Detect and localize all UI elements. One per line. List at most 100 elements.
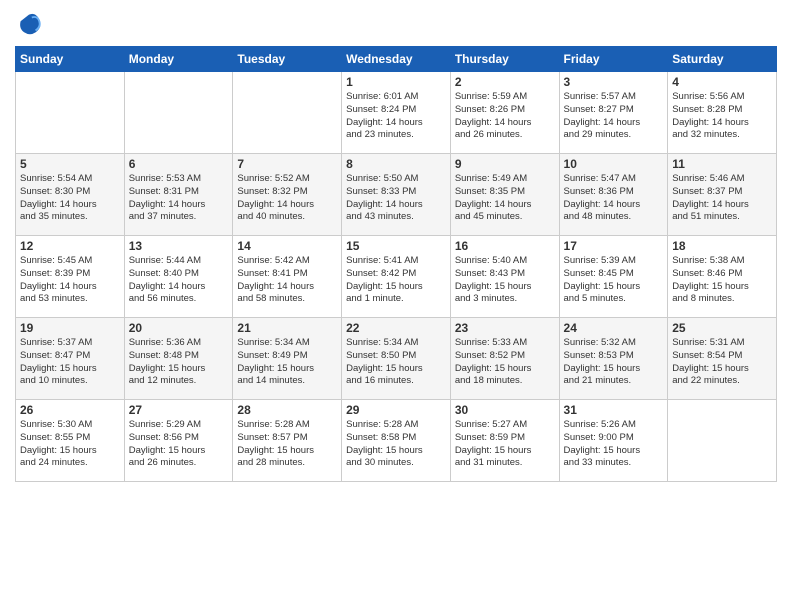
day-number-8: 8 (346, 157, 446, 171)
weekday-header-saturday: Saturday (668, 47, 777, 72)
day-number-20: 20 (129, 321, 229, 335)
day-info-24: Sunrise: 5:32 AM Sunset: 8:53 PM Dayligh… (564, 337, 664, 388)
day-info-2: Sunrise: 5:59 AM Sunset: 8:26 PM Dayligh… (455, 91, 555, 142)
day-info-31: Sunrise: 5:26 AM Sunset: 9:00 PM Dayligh… (564, 419, 664, 470)
weekday-header-thursday: Thursday (450, 47, 559, 72)
weekday-header-tuesday: Tuesday (233, 47, 342, 72)
day-info-6: Sunrise: 5:53 AM Sunset: 8:31 PM Dayligh… (129, 173, 229, 224)
day-number-27: 27 (129, 403, 229, 417)
calendar-week-3: 12 Sunrise: 5:45 AM Sunset: 8:39 PM Dayli… (16, 236, 777, 318)
day-number-7: 7 (237, 157, 337, 171)
day-info-16: Sunrise: 5:40 AM Sunset: 8:43 PM Dayligh… (455, 255, 555, 306)
calendar-day-3: 3 Sunrise: 5:57 AM Sunset: 8:27 PM Daylig… (559, 72, 668, 154)
calendar-week-4: 19 Sunrise: 5:37 AM Sunset: 8:47 PM Dayli… (16, 318, 777, 400)
calendar-day-2: 2Sunrise: 5:59 AM Sunset: 8:26 PM Daylig… (450, 72, 559, 154)
day-info-5: Sunrise: 5:54 AM Sunset: 8:30 PM Dayligh… (20, 173, 120, 224)
day-info-26: Sunrise: 5:30 AM Sunset: 8:55 PM Dayligh… (20, 419, 120, 470)
day-info-14: Sunrise: 5:42 AM Sunset: 8:41 PM Dayligh… (237, 255, 337, 306)
calendar-day-20: 20 Sunrise: 5:36 AM Sunset: 8:48 PM Dayli… (124, 318, 233, 400)
empty-cell (124, 72, 233, 154)
calendar-day-15: 15 Sunrise: 5:41 AM Sunset: 8:42 PM Dayli… (342, 236, 451, 318)
day-number-14: 14 (237, 239, 337, 253)
day-info-30: Sunrise: 5:27 AM Sunset: 8:59 PM Dayligh… (455, 419, 555, 470)
day-info-1: Sunrise: 6:01 AM Sunset: 8:24 PM Dayligh… (346, 91, 446, 142)
day-number-30: 30 (455, 403, 555, 417)
weekday-header-sunday: Sunday (16, 47, 125, 72)
day-info-17: Sunrise: 5:39 AM Sunset: 8:45 PM Dayligh… (564, 255, 664, 306)
day-info-13: Sunrise: 5:44 AM Sunset: 8:40 PM Dayligh… (129, 255, 229, 306)
day-number-26: 26 (20, 403, 120, 417)
logo (15, 10, 47, 38)
calendar-day-12: 12 Sunrise: 5:45 AM Sunset: 8:39 PM Dayli… (16, 236, 125, 318)
logo-icon (15, 10, 43, 38)
day-number-17: 17 (564, 239, 664, 253)
weekday-header-friday: Friday (559, 47, 668, 72)
day-info-12: Sunrise: 5:45 AM Sunset: 8:39 PM Dayligh… (20, 255, 120, 306)
calendar-day-16: 16Sunrise: 5:40 AM Sunset: 8:43 PM Dayli… (450, 236, 559, 318)
day-number-19: 19 (20, 321, 120, 335)
day-number-9: 9 (455, 157, 555, 171)
day-info-3: Sunrise: 5:57 AM Sunset: 8:27 PM Dayligh… (564, 91, 664, 142)
weekday-header-monday: Monday (124, 47, 233, 72)
calendar-day-30: 30 Sunrise: 5:27 AM Sunset: 8:59 PM Dayli… (450, 400, 559, 482)
page: SundayMondayTuesdayWednesdayThursdayFrid… (0, 0, 792, 612)
calendar-day-19: 19 Sunrise: 5:37 AM Sunset: 8:47 PM Dayli… (16, 318, 125, 400)
calendar-day-9: 9 Sunrise: 5:49 AM Sunset: 8:35 PM Daylig… (450, 154, 559, 236)
day-info-20: Sunrise: 5:36 AM Sunset: 8:48 PM Dayligh… (129, 337, 229, 388)
calendar-day-1: 1 Sunrise: 6:01 AM Sunset: 8:24 PM Daylig… (342, 72, 451, 154)
day-info-19: Sunrise: 5:37 AM Sunset: 8:47 PM Dayligh… (20, 337, 120, 388)
calendar-day-11: 11 Sunrise: 5:46 AM Sunset: 8:37 PM Dayli… (668, 154, 777, 236)
empty-cell (233, 72, 342, 154)
day-info-11: Sunrise: 5:46 AM Sunset: 8:37 PM Dayligh… (672, 173, 772, 224)
day-number-1: 1 (346, 75, 446, 89)
calendar-day-29: 29 Sunrise: 5:28 AM Sunset: 8:58 PM Dayli… (342, 400, 451, 482)
day-number-18: 18 (672, 239, 772, 253)
day-number-10: 10 (564, 157, 664, 171)
day-number-15: 15 (346, 239, 446, 253)
day-number-13: 13 (129, 239, 229, 253)
day-number-5: 5 (20, 157, 120, 171)
calendar-day-4: 4Sunrise: 5:56 AM Sunset: 8:28 PM Daylig… (668, 72, 777, 154)
day-number-11: 11 (672, 157, 772, 171)
day-info-25: Sunrise: 5:31 AM Sunset: 8:54 PM Dayligh… (672, 337, 772, 388)
day-number-3: 3 (564, 75, 664, 89)
day-number-6: 6 (129, 157, 229, 171)
day-info-28: Sunrise: 5:28 AM Sunset: 8:57 PM Dayligh… (237, 419, 337, 470)
day-info-21: Sunrise: 5:34 AM Sunset: 8:49 PM Dayligh… (237, 337, 337, 388)
day-info-8: Sunrise: 5:50 AM Sunset: 8:33 PM Dayligh… (346, 173, 446, 224)
calendar-day-7: 7 Sunrise: 5:52 AM Sunset: 8:32 PM Daylig… (233, 154, 342, 236)
day-number-12: 12 (20, 239, 120, 253)
day-info-4: Sunrise: 5:56 AM Sunset: 8:28 PM Dayligh… (672, 91, 772, 142)
calendar-day-23: 23Sunrise: 5:33 AM Sunset: 8:52 PM Dayli… (450, 318, 559, 400)
calendar-day-21: 21 Sunrise: 5:34 AM Sunset: 8:49 PM Dayli… (233, 318, 342, 400)
day-number-31: 31 (564, 403, 664, 417)
empty-cell (668, 400, 777, 482)
weekday-header-wednesday: Wednesday (342, 47, 451, 72)
calendar-day-28: 28Sunrise: 5:28 AM Sunset: 8:57 PM Dayli… (233, 400, 342, 482)
day-number-21: 21 (237, 321, 337, 335)
calendar-week-5: 26 Sunrise: 5:30 AM Sunset: 8:55 PM Dayli… (16, 400, 777, 482)
day-number-23: 23 (455, 321, 555, 335)
day-info-29: Sunrise: 5:28 AM Sunset: 8:58 PM Dayligh… (346, 419, 446, 470)
calendar-table: SundayMondayTuesdayWednesdayThursdayFrid… (15, 46, 777, 482)
header (15, 10, 777, 38)
day-info-7: Sunrise: 5:52 AM Sunset: 8:32 PM Dayligh… (237, 173, 337, 224)
calendar-day-27: 27 Sunrise: 5:29 AM Sunset: 8:56 PM Dayli… (124, 400, 233, 482)
calendar-day-6: 6 Sunrise: 5:53 AM Sunset: 8:31 PM Daylig… (124, 154, 233, 236)
day-number-25: 25 (672, 321, 772, 335)
day-info-9: Sunrise: 5:49 AM Sunset: 8:35 PM Dayligh… (455, 173, 555, 224)
weekday-header-row: SundayMondayTuesdayWednesdayThursdayFrid… (16, 47, 777, 72)
calendar-week-2: 5 Sunrise: 5:54 AM Sunset: 8:30 PM Daylig… (16, 154, 777, 236)
calendar-day-24: 24 Sunrise: 5:32 AM Sunset: 8:53 PM Dayli… (559, 318, 668, 400)
empty-cell (16, 72, 125, 154)
calendar-day-5: 5 Sunrise: 5:54 AM Sunset: 8:30 PM Daylig… (16, 154, 125, 236)
calendar-day-8: 8 Sunrise: 5:50 AM Sunset: 8:33 PM Daylig… (342, 154, 451, 236)
day-info-27: Sunrise: 5:29 AM Sunset: 8:56 PM Dayligh… (129, 419, 229, 470)
day-info-15: Sunrise: 5:41 AM Sunset: 8:42 PM Dayligh… (346, 255, 446, 306)
calendar-week-1: 1 Sunrise: 6:01 AM Sunset: 8:24 PM Daylig… (16, 72, 777, 154)
day-info-10: Sunrise: 5:47 AM Sunset: 8:36 PM Dayligh… (564, 173, 664, 224)
day-number-22: 22 (346, 321, 446, 335)
day-number-29: 29 (346, 403, 446, 417)
day-number-24: 24 (564, 321, 664, 335)
calendar-day-10: 10 Sunrise: 5:47 AM Sunset: 8:36 PM Dayli… (559, 154, 668, 236)
